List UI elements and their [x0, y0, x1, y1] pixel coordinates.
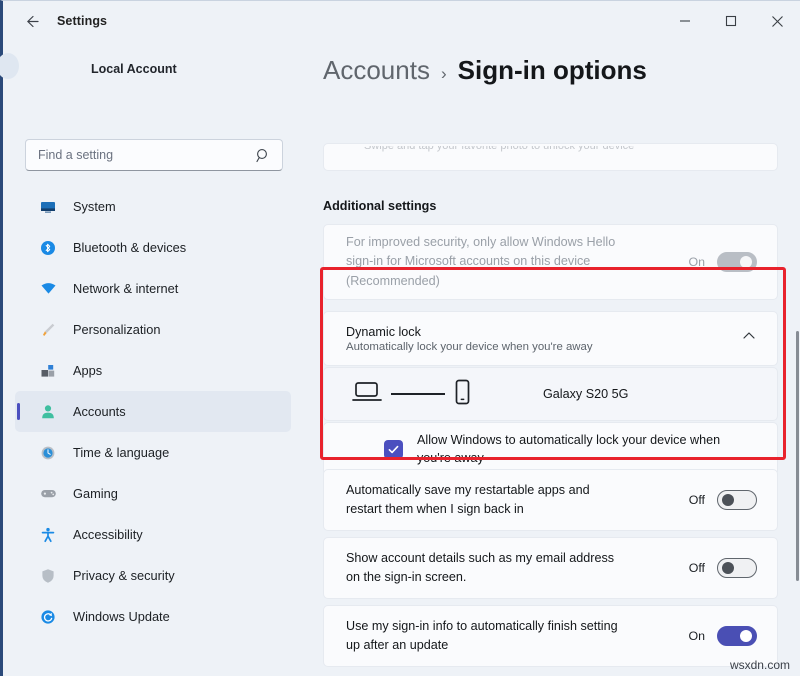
wifi-icon [37, 279, 59, 299]
sidebar-item-label: Personalization [73, 322, 161, 337]
breadcrumb-parent[interactable]: Accounts [323, 55, 430, 86]
sidebar-item-apps[interactable]: Apps [15, 350, 291, 391]
paired-device-name: Galaxy S20 5G [543, 387, 628, 401]
page-title: Sign-in options [458, 55, 647, 86]
content-pane: Accounts › Sign-in options Swipe and tap… [303, 41, 800, 676]
avatar [0, 53, 19, 79]
account-details-label: Show account details such as my email ad… [346, 549, 626, 587]
laptop-icon [352, 380, 382, 409]
dynamic-lock-checkbox-label: Allow Windows to automatically lock your… [417, 431, 727, 468]
connection-line-icon [391, 393, 445, 395]
sidebar-item-system[interactable]: System [15, 186, 291, 227]
sidebar: Local Account Find a setting [3, 41, 303, 676]
paintbrush-icon [37, 320, 59, 340]
paired-device-row[interactable]: Galaxy S20 5G [323, 367, 778, 421]
sidebar-item-label: Accounts [73, 404, 126, 419]
restartable-apps-toggle[interactable] [717, 490, 757, 510]
sidebar-item-label: Accessibility [73, 527, 143, 542]
sidebar-nav: System Bluetooth & devices Network [15, 186, 291, 637]
sidebar-item-label: Time & language [73, 445, 169, 460]
dynamic-lock-checkbox[interactable] [384, 440, 403, 459]
sidebar-item-bluetooth-devices[interactable]: Bluetooth & devices [15, 227, 291, 268]
accessibility-icon [37, 525, 59, 545]
account-summary[interactable]: Local Account [3, 41, 303, 97]
signin-info-toggle-state: On [688, 629, 705, 643]
sidebar-item-network-internet[interactable]: Network & internet [15, 268, 291, 309]
sidebar-item-label: Bluetooth & devices [73, 240, 186, 255]
sidebar-item-label: Privacy & security [73, 568, 175, 583]
window-controls [662, 1, 800, 41]
sidebar-item-accounts[interactable]: Accounts [15, 391, 291, 432]
phone-icon [454, 379, 471, 410]
sidebar-item-time-language[interactable]: Time & language [15, 432, 291, 473]
sidebar-item-label: Network & internet [73, 281, 178, 296]
restartable-apps-toggle-state: Off [689, 493, 705, 507]
minimize-icon [679, 15, 691, 27]
update-icon [37, 607, 59, 627]
maximize-button[interactable] [708, 1, 754, 41]
sidebar-item-label: Windows Update [73, 609, 170, 624]
signin-info-toggle[interactable] [717, 626, 757, 646]
dynamic-lock-title: Dynamic lock [346, 325, 741, 339]
minimize-button[interactable] [662, 1, 708, 41]
clipped-setting-card[interactable]: Swipe and tap your favorite photo to unl… [323, 143, 778, 171]
search-box[interactable]: Find a setting [25, 139, 283, 171]
maximize-icon [725, 15, 737, 27]
chevron-up-icon[interactable] [741, 328, 757, 349]
sidebar-item-accessibility[interactable]: Accessibility [15, 514, 291, 555]
windows-hello-card: For improved security, only allow Window… [323, 224, 778, 300]
back-arrow-icon [24, 13, 41, 30]
windows-hello-toggle-state: On [688, 255, 705, 269]
chevron-right-icon: › [441, 64, 447, 84]
content-scrollbar[interactable] [796, 331, 799, 581]
sidebar-item-label: Gaming [73, 486, 118, 501]
settings-window: Settings Local Account [0, 0, 800, 676]
checkmark-icon [387, 443, 400, 456]
account-details-toggle[interactable] [717, 558, 757, 578]
signin-info-card: Use my sign-in info to automatically fin… [323, 605, 778, 667]
windows-hello-toggle [717, 252, 757, 272]
sidebar-item-windows-update[interactable]: Windows Update [15, 596, 291, 637]
apps-icon [37, 361, 59, 381]
close-button[interactable] [754, 1, 800, 41]
breadcrumb: Accounts › Sign-in options [323, 55, 647, 86]
signin-info-label: Use my sign-in info to automatically fin… [346, 617, 626, 655]
search-icon [255, 147, 272, 169]
person-icon [37, 402, 59, 422]
windows-hello-label: For improved security, only allow Window… [346, 233, 616, 292]
close-icon [771, 15, 784, 28]
dynamic-lock-checkbox-row[interactable]: Allow Windows to automatically lock your… [323, 422, 778, 476]
sidebar-item-label: System [73, 199, 116, 214]
monitor-icon [37, 197, 59, 217]
restartable-apps-card: Automatically save my restartable apps a… [323, 469, 778, 531]
search-input[interactable]: Find a setting [38, 148, 113, 162]
title-bar: Settings [3, 1, 800, 41]
account-details-toggle-state: Off [689, 561, 705, 575]
account-name: Local Account [91, 62, 177, 76]
back-button[interactable] [15, 7, 49, 35]
bluetooth-icon [37, 238, 59, 258]
app-title: Settings [57, 14, 107, 28]
sidebar-item-gaming[interactable]: Gaming [15, 473, 291, 514]
clock-icon [37, 443, 59, 463]
account-details-card: Show account details such as my email ad… [323, 537, 778, 599]
shield-icon [37, 566, 59, 586]
sidebar-item-privacy-security[interactable]: Privacy & security [15, 555, 291, 596]
dynamic-lock-card[interactable]: Dynamic lock Automatically lock your dev… [323, 311, 778, 366]
clipped-card-text: Swipe and tap your favorite photo to unl… [364, 140, 634, 152]
gamepad-icon [37, 484, 59, 504]
restartable-apps-label: Automatically save my restartable apps a… [346, 481, 626, 519]
sidebar-item-label: Apps [73, 363, 102, 378]
section-title: Additional settings [323, 199, 436, 213]
sidebar-item-personalization[interactable]: Personalization [15, 309, 291, 350]
dynamic-lock-subtitle: Automatically lock your device when you'… [346, 341, 741, 353]
watermark: wsxdn.com [730, 658, 790, 672]
